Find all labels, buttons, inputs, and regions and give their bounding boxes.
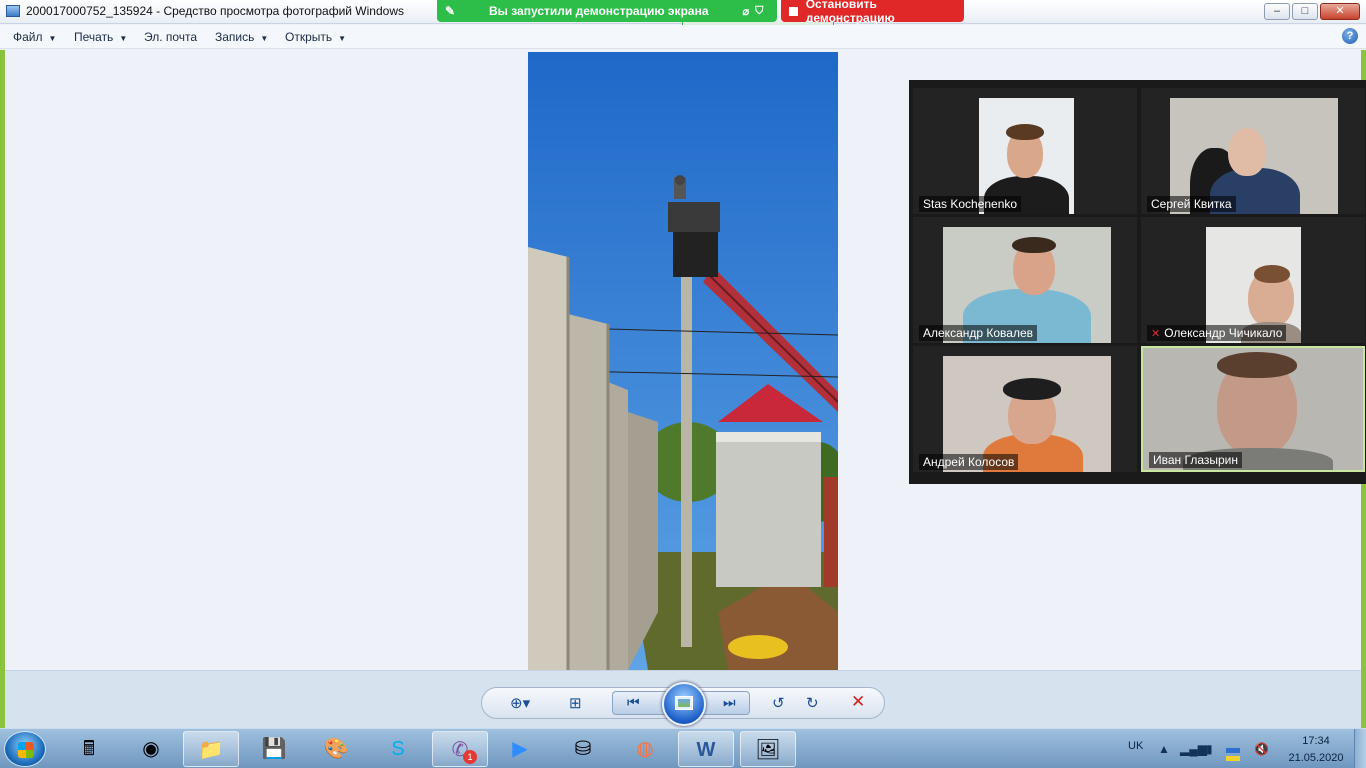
pin-icon[interactable]: ✎: [445, 4, 459, 18]
participant-tile[interactable]: ✕ Олександр Чичикало: [1141, 217, 1365, 343]
muted-mic-icon: ✕: [1151, 328, 1161, 340]
close-button[interactable]: ✕: [1320, 3, 1360, 20]
window-title: 200017000752_135924 - Средство просмотра…: [26, 4, 404, 18]
network-tool-icon[interactable]: ⛁: [555, 731, 611, 767]
participant-tile[interactable]: Сергей Квитка: [1141, 88, 1365, 214]
viber-icon[interactable]: ✆ 1: [432, 731, 488, 767]
chevron-down-icon: ▼: [338, 34, 347, 43]
calculator-icon[interactable]: 🖩: [61, 731, 117, 767]
system-clock[interactable]: 17:34 21.05.2020: [1282, 733, 1350, 767]
next-icon[interactable]: ⏭: [723, 694, 736, 711]
menu-file[interactable]: Файл ▼: [13, 30, 56, 44]
participant-name: ✕ Олександр Чичикало: [1147, 325, 1287, 341]
maximize-button[interactable]: □: [1292, 3, 1318, 20]
rotate-clockwise-icon[interactable]: ↻: [806, 694, 819, 712]
menu-file-label: Файл: [13, 30, 43, 44]
participant-tile-active-speaker[interactable]: Иван Глазырин: [1141, 346, 1365, 472]
fit-to-window-icon[interactable]: ⊞: [569, 694, 582, 712]
save-app-icon[interactable]: 💾: [246, 731, 302, 767]
chevron-down-icon: ▼: [48, 34, 57, 43]
photo-utility-pole-with-lift: [528, 52, 838, 670]
signal-icon[interactable]: ▂▄▆: [1180, 742, 1207, 756]
minimize-button[interactable]: –: [1264, 3, 1290, 20]
mic-icon: ⌀: [742, 5, 750, 18]
paint-icon[interactable]: 🎨: [308, 731, 364, 767]
shield-icon: ⛉: [755, 4, 764, 17]
chevron-down-icon: ▼: [119, 34, 128, 43]
participant-tile[interactable]: Александр Ковалев: [913, 217, 1137, 343]
ukraine-flag-icon[interactable]: [1226, 742, 1240, 761]
displayed-photo: [528, 52, 838, 670]
clock-time: 17:34: [1302, 735, 1330, 747]
screen-share-status-text: Вы запустили демонстрацию экрана: [489, 4, 709, 18]
menu-print[interactable]: Печать ▼: [74, 30, 127, 44]
skype-icon[interactable]: S: [370, 731, 426, 767]
help-icon[interactable]: ?: [1342, 28, 1358, 44]
menu-open[interactable]: Открыть ▼: [285, 30, 346, 44]
menu-burn-label: Запись: [215, 30, 255, 44]
show-desktop-button[interactable]: [1354, 729, 1366, 768]
stop-icon: [789, 6, 798, 16]
photo-viewer-taskbar-icon[interactable]: 🖼: [740, 731, 796, 767]
photo-viewer-app-icon: [6, 5, 20, 17]
participant-name: Stas Kochenenko: [919, 196, 1022, 212]
rotate-counterclockwise-icon[interactable]: ↺: [772, 694, 785, 712]
clock-date: 21.05.2020: [1288, 752, 1344, 764]
screen-share-banner: ✎ Вы запустили демонстрацию экрана ⌀ ⛉: [437, 0, 777, 22]
chevron-down-icon: ▼: [260, 34, 269, 43]
menu-open-label: Открыть: [285, 30, 333, 44]
zoom-app-icon[interactable]: ▶: [492, 731, 548, 767]
window-controls: – □ ✕: [1264, 3, 1360, 20]
chrome-icon[interactable]: ◉: [123, 731, 179, 767]
explorer-icon[interactable]: 📁: [183, 731, 239, 767]
viewer-toolbar: ⊕▾ ⊞ ⏮ ⏭ ↺ ↻ ✕: [481, 682, 885, 726]
participant-name: Андрей Колосов: [919, 454, 1019, 470]
menu-bar: Файл ▼ Печать ▼ Эл. почта Запись ▼ Открыть ▼…: [0, 25, 1366, 49]
participant-tile[interactable]: Андрей Колосов: [913, 346, 1137, 472]
menu-burn[interactable]: Запись ▼: [215, 30, 268, 44]
participant-name-text: Олександр Чичикало: [1164, 326, 1283, 340]
slideshow-icon: [675, 696, 693, 710]
firefox-icon[interactable]: ◍: [617, 731, 673, 767]
menu-email[interactable]: Эл. почта: [144, 30, 197, 44]
viber-badge: 1: [463, 750, 477, 764]
zoom-gallery-panel[interactable]: Stas Kochenenko Сергей Квитка Александр …: [909, 80, 1366, 484]
participant-name: Сергей Квитка: [1147, 196, 1236, 212]
menu-email-label: Эл. почта: [144, 30, 198, 44]
zoom-icon[interactable]: ⊕▾: [510, 694, 530, 712]
slideshow-button[interactable]: [662, 682, 706, 726]
delete-icon[interactable]: ✕: [851, 692, 865, 712]
participant-tile[interactable]: Stas Kochenenko: [913, 88, 1137, 214]
power-icon[interactable]: ▮: [1206, 742, 1213, 756]
participant-name: Александр Ковалев: [919, 325, 1038, 341]
start-button[interactable]: [4, 731, 46, 767]
word-icon[interactable]: W: [678, 731, 734, 767]
previous-icon[interactable]: ⏮: [627, 694, 640, 711]
stop-share-button[interactable]: Остановить демонстрацию: [781, 0, 964, 25]
show-hidden-icons-icon[interactable]: ▲: [1158, 742, 1170, 756]
volume-muted-icon[interactable]: 🔇: [1254, 742, 1269, 756]
language-indicator[interactable]: UK: [1128, 740, 1143, 752]
menu-print-label: Печать: [74, 30, 114, 44]
participant-name: Иван Глазырин: [1149, 452, 1242, 468]
